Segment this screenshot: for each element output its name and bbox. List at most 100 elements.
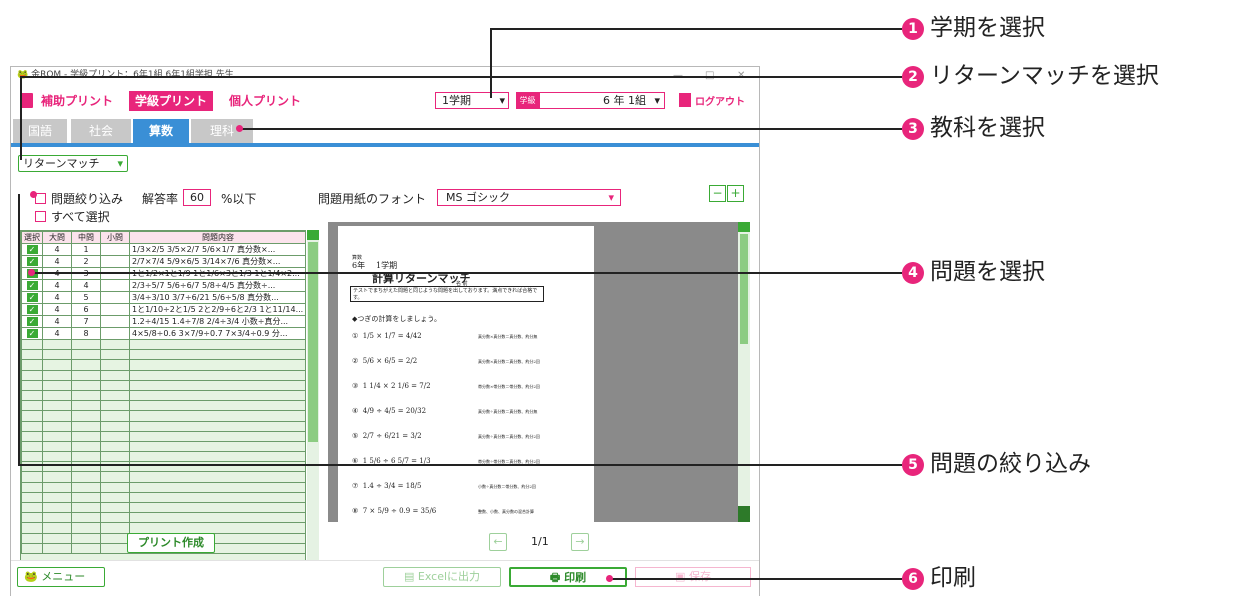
cell-dai: 4 xyxy=(42,291,72,304)
scroll-up-icon[interactable] xyxy=(307,230,319,240)
cell-dai: 4 xyxy=(42,279,72,292)
mode-gakkyu-button[interactable]: 学級プリント xyxy=(129,91,214,111)
font-select-value: MS ゴシック xyxy=(446,191,510,204)
scroll-up-icon[interactable] xyxy=(738,222,750,232)
excel-label: Excelに出力 xyxy=(417,570,481,583)
table-row[interactable]: ✓ 4 7 1.2÷4/15 1.4÷7/8 2/4÷3/4 小数÷真分... xyxy=(21,315,305,328)
problem-item: ⑧ 7 × 5/9 ÷ 0.9 = 35/6 xyxy=(352,507,437,515)
select-all-label: すべて選択 xyxy=(51,210,110,224)
main-content: リターンマッチ ▾ 問題絞り込み 解答率 60 %以下 すべて選択 問題用紙のフ… xyxy=(11,147,759,596)
callout-line-4 xyxy=(30,272,902,274)
cell-sho xyxy=(100,279,130,292)
problem-item: ⑤ 2/7 ÷ 6/21 = 3/2 xyxy=(352,432,422,440)
app-window: 🐸 金ROM - 学級プリント：6年1組 6年1組学担 先生 — □ ✕ 補助プ… xyxy=(10,66,760,596)
menu-label: メニュー xyxy=(41,570,86,583)
create-print-button[interactable]: プリント作成 xyxy=(127,533,215,553)
callout-dot xyxy=(236,125,243,132)
checked-icon[interactable]: ✓ xyxy=(26,293,38,302)
save-button[interactable]: ▣ 保存 xyxy=(635,567,751,587)
checked-icon[interactable]: ✓ xyxy=(26,281,38,290)
logout-button[interactable]: ログアウト xyxy=(695,93,745,108)
checked-icon[interactable]: ✓ xyxy=(26,317,38,326)
next-page-button[interactable]: → xyxy=(571,533,589,551)
callout-line-2 xyxy=(20,76,902,78)
cell-content: 1/3×2/5 3/5×2/7 5/6×1/7 真分数×... xyxy=(129,243,305,256)
callout-line-2 xyxy=(20,76,22,160)
excel-icon: ▤ xyxy=(403,570,415,583)
table-row[interactable]: ✓ 4 2 2/7×7/4 5/9×6/5 3/14×7/6 真分数×... xyxy=(21,255,305,268)
tab-shakai[interactable]: 社会 xyxy=(71,119,131,143)
table-scrollbar[interactable] xyxy=(307,230,319,592)
empty-row xyxy=(21,379,305,391)
preview-scrollbar[interactable] xyxy=(738,222,750,522)
paper-grade: 6年 xyxy=(352,261,366,270)
callout-line-3 xyxy=(240,128,902,130)
checked-icon[interactable]: ✓ xyxy=(26,257,38,266)
type-select[interactable]: リターンマッチ ▾ xyxy=(18,155,128,172)
cell-sho xyxy=(100,315,130,328)
chevron-down-icon: ▾ xyxy=(608,191,614,204)
mode-hojo-button[interactable]: 補助プリント xyxy=(35,91,119,111)
select-all-checkbox[interactable] xyxy=(35,211,46,222)
rate-input[interactable]: 60 xyxy=(183,189,211,206)
callout-label: 印刷 xyxy=(930,565,976,591)
callout-number: 3 xyxy=(902,118,924,140)
empty-row xyxy=(21,440,305,453)
mode-kojin-button[interactable]: 個人プリント xyxy=(223,91,307,111)
checked-icon[interactable]: ✓ xyxy=(26,245,38,254)
cell-sho xyxy=(100,255,130,268)
checked-icon[interactable]: ✓ xyxy=(26,305,38,314)
table-row[interactable]: ✓ 4 6 1と1/10÷2と1/5 2と2/9÷6と2/3 1と11/14..… xyxy=(21,303,305,316)
cell-chu: 4 xyxy=(71,279,101,292)
problem-note: 真分数÷真分数＝真分数、約分無 xyxy=(478,409,538,414)
chevron-down-icon: ▾ xyxy=(117,157,123,170)
zoom-out-icon: − xyxy=(712,186,723,200)
checked-icon[interactable]: ✓ xyxy=(26,329,38,338)
callout-number: 2 xyxy=(902,66,924,88)
table-row[interactable]: ✓ 4 5 3/4÷3/10 3/7÷6/21 5/6÷5/8 真分数... xyxy=(21,291,305,304)
excel-export-button[interactable]: ▤ Excelに出力 xyxy=(383,567,501,587)
callout-line-1 xyxy=(490,28,492,98)
arrow-right-icon: → xyxy=(575,535,585,548)
tab-sansu[interactable]: 算数 xyxy=(133,119,189,143)
empty-row xyxy=(21,491,305,504)
font-select[interactable]: MS ゴシック ▾ xyxy=(437,189,621,206)
empty-row xyxy=(21,451,305,463)
problem-note: 真分数×真分数＝真分数、約分2回 xyxy=(478,359,540,364)
class-select[interactable]: 6 年 1組 ▾ xyxy=(539,92,665,109)
prev-page-button[interactable]: ← xyxy=(489,533,507,551)
cell-content: 2/7×7/4 5/9×6/5 3/14×7/6 真分数×... xyxy=(129,255,305,268)
cell-dai: 4 xyxy=(42,255,72,268)
term-select-value: 1学期 xyxy=(442,94,471,107)
cell-sho xyxy=(100,303,130,316)
tab-rika[interactable]: 理科 xyxy=(191,119,253,143)
callout-line-5 xyxy=(18,464,902,466)
col-header: 中問 xyxy=(71,231,101,244)
table-row[interactable]: ✓ 4 4 2/3÷5/7 5/6÷6/7 5/8÷4/5 真分数÷... xyxy=(21,279,305,292)
zoom-in-button[interactable]: + xyxy=(727,185,744,202)
col-header: 大問 xyxy=(42,231,72,244)
font-label: 問題用紙のフォント xyxy=(318,192,427,206)
problem-note: 真分数÷真分数＝真分数、約分2回 xyxy=(478,434,540,439)
cell-sho xyxy=(100,243,130,256)
callout-label: 問題の絞り込み xyxy=(930,451,1091,477)
preview-scroll-thumb[interactable] xyxy=(740,234,748,344)
empty-row xyxy=(21,522,305,534)
table-row[interactable]: ✓ 4 8 4×5/8÷0.6 3×7/9÷0.7 7×3/4÷0.9 分... xyxy=(21,327,305,340)
callout-number: 5 xyxy=(902,454,924,476)
empty-row xyxy=(21,349,305,361)
print-preview: 算数 6年 1学期 計算リターンマッチ 名 前 テストでまちがえた問題と同じよう… xyxy=(328,222,738,522)
callout-number: 1 xyxy=(902,18,924,40)
table-row[interactable]: ✓ 4 1 1/3×2/5 3/5×2/7 5/6×1/7 真分数×... xyxy=(21,243,305,256)
logout-door-icon xyxy=(679,93,691,107)
problem-item: ② 5/6 × 6/5 = 2/2 xyxy=(352,357,418,365)
cell-dai: 4 xyxy=(42,243,72,256)
menu-button[interactable]: 🐸 メニュー xyxy=(17,567,105,587)
callout-label: 教科を選択 xyxy=(930,115,1045,141)
scroll-down-icon[interactable] xyxy=(738,506,750,522)
term-select[interactable]: 1学期 ▾ xyxy=(435,92,509,109)
problem-item: ④ 4/9 ÷ 4/5 = 20/32 xyxy=(352,407,427,415)
window-title: 金ROM - 学級プリント：6年1組 6年1組学担 先生 xyxy=(31,70,234,80)
zoom-out-button[interactable]: − xyxy=(709,185,726,202)
print-label: 印刷 xyxy=(564,571,587,584)
